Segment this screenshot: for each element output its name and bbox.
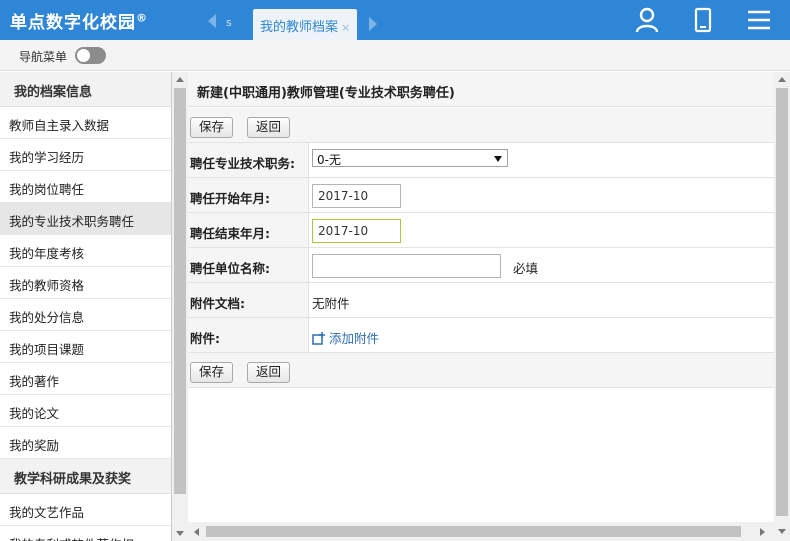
add-attachment-link[interactable]: 添加附件 — [312, 328, 379, 347]
form-title: 新建(中职通用)教师管理(专业技术职务聘任) — [188, 72, 774, 107]
scroll-down-icon[interactable] — [176, 531, 184, 536]
row-start: 聘任开始年月: 2017-10 — [188, 178, 774, 213]
sidebar-section-research[interactable]: 教学科研成果及获奖 — [0, 459, 171, 494]
sidebar-item-awards[interactable]: 我的奖励 — [0, 427, 171, 459]
position-selected: 0-无 — [317, 153, 341, 167]
add-attachment-label: 添加附件 — [329, 331, 380, 346]
sidebar-scrollbar[interactable] — [172, 72, 188, 541]
app-brand: 单点数字化校园® — [10, 8, 148, 33]
sidebar-item-patents[interactable]: 我的专利或软件著作权 — [0, 526, 171, 541]
sidebar-item-disciplinary[interactable]: 我的处分信息 — [0, 299, 171, 331]
tab-teacher-archive[interactable]: 我的教师档案 × — [253, 9, 357, 40]
brand-name: 单点数字化校园 — [10, 13, 136, 33]
start-date-input[interactable]: 2017-10 — [312, 184, 401, 208]
mobile-icon[interactable] — [689, 6, 717, 34]
add-attachment-icon — [312, 332, 325, 345]
sidebar-item-annual-assessment[interactable]: 我的年度考核 — [0, 235, 171, 267]
sidebar-section-archive[interactable]: 我的档案信息 — [0, 72, 171, 107]
sidebar-item-post-appointment[interactable]: 我的岗位聘任 — [0, 171, 171, 203]
main-vertical-scrollbar[interactable] — [774, 72, 790, 522]
end-date-input[interactable]: 2017-10 — [312, 219, 401, 243]
scroll-up-icon[interactable] — [176, 77, 184, 82]
end-label: 聘任结束年月: — [188, 213, 309, 247]
scrollbar-thumb[interactable] — [174, 88, 186, 494]
app-header: 单点数字化校园® s 我的教师档案 × — [0, 0, 790, 40]
row-attach: 附件: 添加附件 — [188, 318, 774, 353]
row-unit: 聘任单位名称: 必填 — [188, 248, 774, 283]
sidebar-item-self-entry[interactable]: 教师自主录入数据 — [0, 107, 171, 139]
sidebar-item-qualification[interactable]: 我的教师资格 — [0, 267, 171, 299]
save-button-bottom[interactable]: 保存 — [190, 362, 234, 383]
tab-scroll-left-icon[interactable] — [208, 14, 216, 28]
user-icon[interactable] — [633, 6, 661, 34]
unit-label: 聘任单位名称: — [188, 248, 309, 282]
tab-scroll-right-icon[interactable] — [369, 17, 377, 31]
sidebar-item-books[interactable]: 我的著作 — [0, 363, 171, 395]
scroll-up-icon[interactable] — [778, 77, 786, 82]
sidebar-item-study-history[interactable]: 我的学习经历 — [0, 139, 171, 171]
required-note: 必填 — [513, 261, 539, 276]
row-docs: 附件文档: 无附件 — [188, 283, 774, 318]
dropdown-arrow-icon — [494, 156, 502, 162]
nav-menu-bar: 导航菜单 — [0, 40, 790, 71]
scroll-down-icon[interactable] — [778, 529, 786, 534]
top-button-bar: 保存 返回 — [188, 108, 774, 143]
row-position: 聘任专业技术职务: 0-无 — [188, 143, 774, 178]
scroll-left-icon[interactable] — [194, 528, 199, 536]
sidebar-item-papers[interactable]: 我的论文 — [0, 395, 171, 427]
scrollbar-thumb[interactable] — [206, 526, 741, 537]
back-button[interactable]: 返回 — [247, 117, 291, 138]
attach-label: 附件: — [188, 318, 309, 352]
main-content: 新建(中职通用)教师管理(专业技术职务聘任) 保存 返回 聘任专业技术职务: 0… — [188, 72, 774, 522]
scrollbar-thumb[interactable] — [776, 88, 788, 516]
back-button-bottom[interactable]: 返回 — [247, 362, 291, 383]
sidebar-item-art-works[interactable]: 我的文艺作品 — [0, 494, 171, 526]
tab-stub[interactable]: s — [226, 16, 232, 29]
position-select[interactable]: 0-无 — [312, 149, 508, 167]
position-label: 聘任专业技术职务: — [188, 143, 309, 177]
menu-icon[interactable] — [745, 6, 773, 34]
nav-menu-toggle[interactable] — [75, 47, 106, 64]
main-horizontal-scrollbar[interactable] — [188, 522, 790, 541]
brand-mark: ® — [136, 11, 148, 25]
nav-menu-label: 导航菜单 — [19, 50, 68, 64]
toggle-knob — [77, 49, 90, 62]
start-label: 聘任开始年月: — [188, 178, 309, 212]
tab-label: 我的教师档案 — [260, 20, 339, 35]
sidebar-item-projects[interactable]: 我的项目课题 — [0, 331, 171, 363]
bottom-button-bar: 保存 返回 — [188, 353, 774, 388]
row-end: 聘任结束年月: 2017-10 — [188, 213, 774, 248]
save-button[interactable]: 保存 — [190, 117, 234, 138]
scroll-right-icon[interactable] — [760, 528, 765, 536]
docs-label: 附件文档: — [188, 283, 309, 317]
tab-close-icon[interactable]: × — [341, 21, 350, 34]
docs-value: 无附件 — [312, 296, 350, 311]
sidebar: 我的档案信息 教师自主录入数据 我的学习经历 我的岗位聘任 我的专业技术职务聘任… — [0, 72, 172, 541]
unit-name-input[interactable] — [312, 254, 501, 278]
sidebar-item-professional-title[interactable]: 我的专业技术职务聘任 — [0, 203, 171, 235]
